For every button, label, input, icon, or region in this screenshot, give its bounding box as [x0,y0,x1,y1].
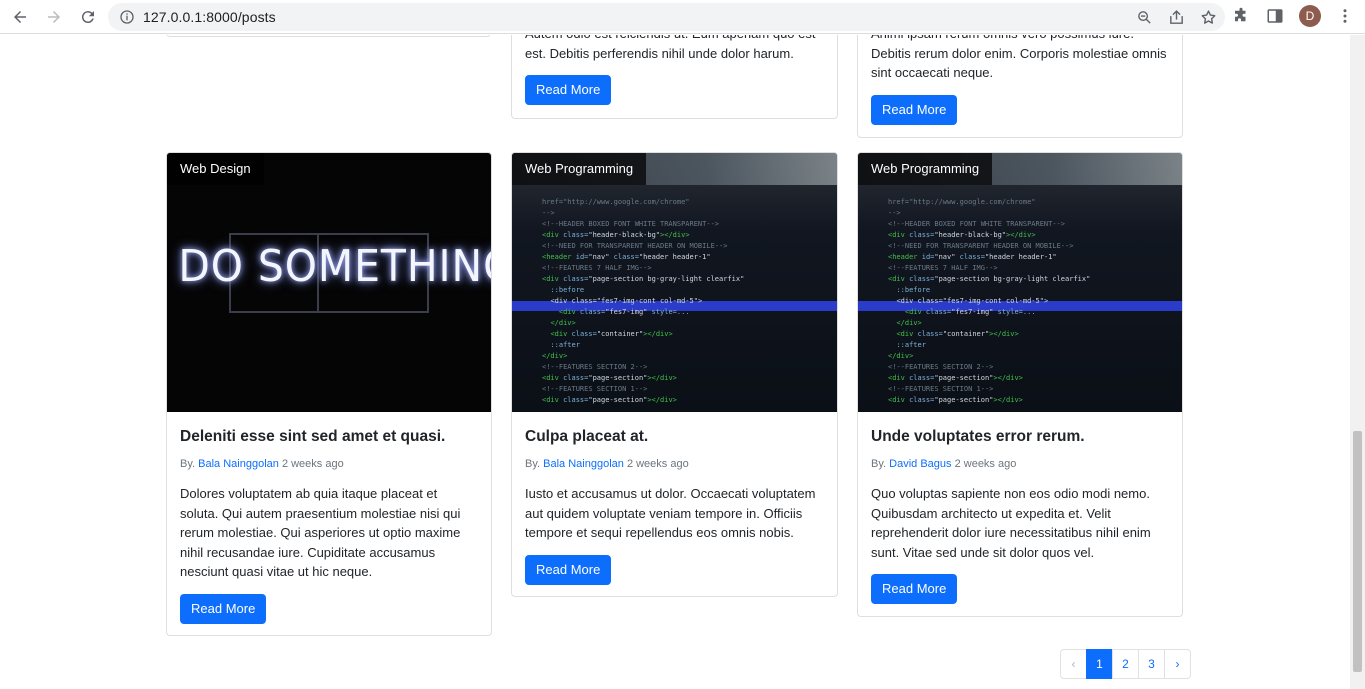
code-screenshot: href="http://www.google.com/chrome" --> … [888,198,1091,404]
by-label: By. [871,458,887,470]
post-card: Animi ipsam rerum omnis vero possimus iu… [857,35,1183,138]
post-card: DO SOMETHING GREAT Web Design Deleniti e… [166,152,492,636]
category-badge[interactable]: Web Programming [858,153,993,185]
post-excerpt: Dolores voluptatem ab quia itaque placea… [180,486,461,579]
read-more-button[interactable]: Read More [525,554,612,585]
post-title[interactable]: Deleniti esse sint sed amet et quasi. [180,428,478,446]
post-time: 2 weeks ago [281,458,344,470]
by-label: By. [180,458,196,470]
pagination-page-1[interactable]: 1 [1086,649,1113,679]
post-meta: By. Bala Nainggolan 2 weeks ago [180,458,478,470]
pagination-prev[interactable]: ‹ [1060,649,1087,679]
url-text[interactable]: 127.0.0.1:8000/posts [143,9,276,25]
menu-icon[interactable] [1335,5,1355,27]
post-thumbnail[interactable]: href="http://www.google.com/chrome" --> … [858,153,1182,412]
side-panel-icon[interactable] [1265,5,1285,27]
post-card: Autem odio est reiciendis ut. Eum aperia… [511,35,838,119]
post-excerpt-line: Debitis rerum dolor enim. Corporis moles… [871,45,1167,81]
post-card: href="http://www.google.com/chrome" --> … [857,152,1183,617]
post-excerpt-line: est. Debitis perferendis nihil unde dolo… [525,45,794,61]
post-excerpt-line: Autem odio est reiciendis ut. Eum aperia… [525,35,824,44]
author-link[interactable]: David Bagus [889,458,951,470]
post-thumbnail[interactable]: DO SOMETHING GREAT Web Design [167,153,491,412]
page-scrollbar[interactable] [1350,35,1365,689]
category-badge[interactable]: Web Programming [512,153,647,185]
author-link[interactable]: Bala Nainggolan [543,458,624,470]
neon-sign-text: DO SOMETHING GREAT [178,241,491,292]
read-more-button[interactable]: Read More [180,593,267,624]
page-content: Autem odio est reiciendis ut. Eum aperia… [0,35,1350,689]
post-title[interactable]: Unde voluptates error rerum. [871,428,1169,446]
address-bar[interactable]: 127.0.0.1:8000/posts [108,3,1225,31]
site-info-icon[interactable] [119,9,135,25]
post-meta: By. David Bagus 2 weeks ago [871,458,1169,470]
code-screenshot: href="http://www.google.com/chrome" --> … [542,198,745,404]
post-title[interactable]: Culpa placeat at. [525,428,824,446]
scrollbar-thumb[interactable] [1353,431,1362,672]
share-icon[interactable] [1167,8,1185,26]
post-excerpt-line: Animi ipsam rerum omnis vero possimus iu… [871,35,1169,44]
by-label: By. [525,458,541,470]
back-icon[interactable] [6,3,34,31]
author-link[interactable]: Bala Nainggolan [198,458,279,470]
read-more-button[interactable]: Read More [871,94,958,125]
read-more-button[interactable]: Read More [871,574,958,604]
read-more-button[interactable]: Read More [525,75,612,105]
post-thumbnail[interactable]: href="http://www.google.com/chrome" --> … [512,153,837,412]
post-time: 2 weeks ago [954,458,1017,470]
profile-avatar[interactable]: D [1299,5,1321,27]
pagination-next[interactable]: › [1164,649,1191,679]
pagination-page-2[interactable]: 2 [1112,649,1139,679]
forward-icon[interactable] [40,3,68,31]
browser-toolbar: 127.0.0.1:8000/posts D [0,0,1365,34]
post-time: 2 weeks ago [626,458,689,470]
zoom-icon[interactable] [1135,8,1153,26]
category-badge[interactable]: Web Design [167,153,264,185]
post-excerpt: Iusto et accusamus ut dolor. Occaecati v… [525,486,816,540]
extensions-icon[interactable] [1231,5,1251,27]
post-meta: By. Bala Nainggolan 2 weeks ago [525,458,824,470]
post-card: href="http://www.google.com/chrome" --> … [511,152,838,597]
bookmark-star-icon[interactable] [1199,8,1217,26]
post-card [166,35,491,37]
post-excerpt: Quo voluptas sapiente non eos odio modi … [871,486,1151,560]
reload-icon[interactable] [74,3,102,31]
pagination-page-3[interactable]: 3 [1138,649,1165,679]
pagination: ‹ 1 2 3 › [1060,649,1191,679]
